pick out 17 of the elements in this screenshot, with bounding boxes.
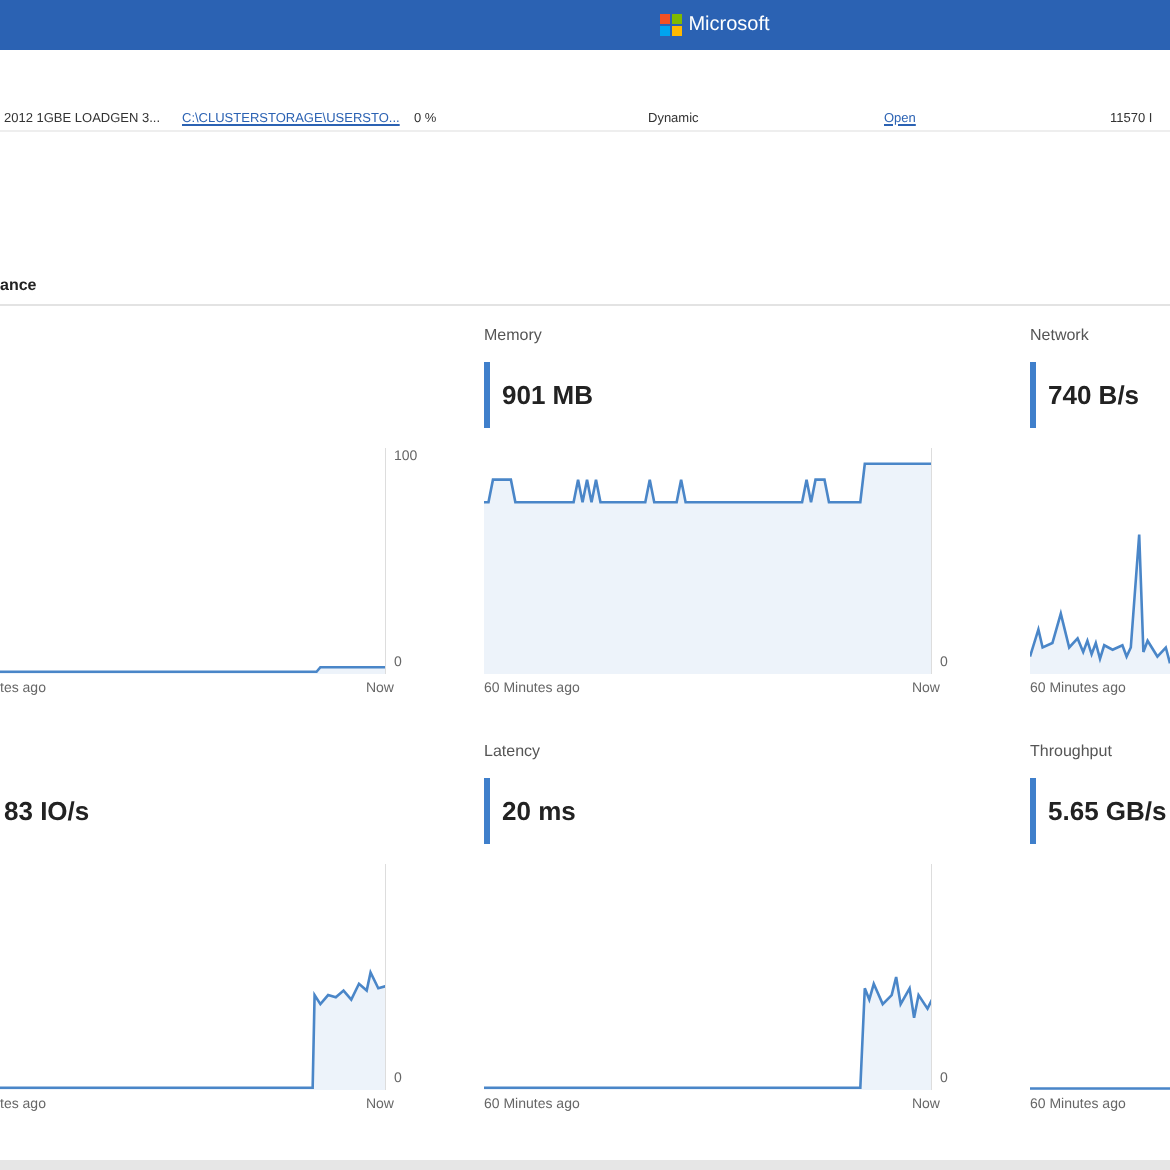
metric-value: 5.65 GB/s bbox=[1048, 793, 1167, 830]
logo-icon bbox=[660, 14, 683, 36]
metric-value: 20 ms bbox=[502, 793, 576, 830]
value-accent-bar bbox=[1030, 778, 1036, 844]
section-title: ance bbox=[0, 276, 37, 296]
line-chart-drawing bbox=[1030, 1083, 1170, 1090]
chart-title: Network bbox=[1030, 326, 1089, 344]
metric-value: 740 B/s bbox=[1048, 377, 1140, 414]
chart-title: Latency bbox=[484, 742, 541, 760]
metric-value: 83 IO/s bbox=[4, 793, 90, 830]
chart-title: Memory bbox=[484, 326, 542, 344]
chart-title: Throughput bbox=[1030, 742, 1112, 760]
value-accent-bar bbox=[484, 778, 490, 844]
metric-value: 901 MB bbox=[502, 377, 594, 414]
brand-name: Microsoft bbox=[688, 12, 770, 40]
value-accent-bar bbox=[484, 362, 490, 428]
value-accent-bar bbox=[1030, 362, 1036, 428]
